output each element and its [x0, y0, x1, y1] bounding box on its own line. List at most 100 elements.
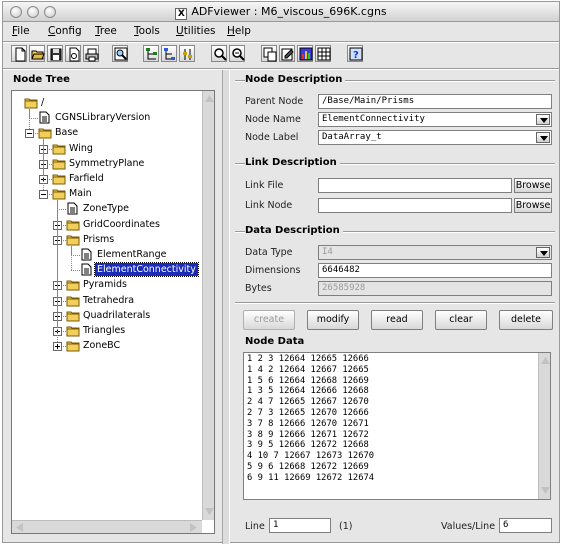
save-icon[interactable]	[47, 45, 63, 62]
zoom-out-icon[interactable]	[229, 45, 245, 62]
tree-node[interactable]: Tetrahedra	[12, 294, 200, 308]
chevron-down-icon[interactable]	[536, 132, 550, 143]
tree-node[interactable]: Farfield	[12, 172, 200, 186]
read-button[interactable]: read	[371, 310, 423, 330]
help-icon[interactable]: ?	[347, 45, 363, 62]
values-per-line-input[interactable]: 6	[499, 518, 552, 533]
expand-icon[interactable]	[53, 342, 62, 352]
node-tree[interactable]: / CGNSLibraryVersion Base Wing SymmetryPlane…	[11, 90, 215, 534]
tree-node-label: Farfield	[69, 173, 104, 184]
parent-node-label: Parent Node	[245, 96, 304, 107]
scroll-right-arrow-icon[interactable]	[188, 522, 199, 533]
tree-node[interactable]: Wing	[12, 142, 200, 156]
collapse-icon[interactable]	[39, 190, 48, 200]
link-node-input[interactable]	[318, 198, 512, 213]
node-data-text[interactable]: 1 2 3 12664 12665 12666 1 4 2 12664 12667…	[243, 352, 551, 500]
collapse-tree-icon[interactable]	[143, 45, 159, 62]
node-data-line: 3 9 5 12666 12672 12668	[247, 440, 369, 451]
collapse-icon[interactable]	[25, 129, 34, 139]
level-icon[interactable]	[179, 45, 195, 62]
menu-help[interactable]: Help	[227, 25, 251, 37]
open-folder-icon[interactable]	[29, 45, 45, 62]
scroll-up-arrow-icon[interactable]	[540, 355, 551, 366]
data-type-field[interactable]: I4	[318, 245, 552, 260]
folder-icon	[24, 96, 38, 112]
link-description-title: Link Description	[245, 157, 340, 168]
tree-node[interactable]: ZoneBC	[12, 339, 200, 353]
tree-node[interactable]: CGNSLibraryVersion	[12, 111, 200, 125]
dimensions-field[interactable]: 6646482	[318, 263, 552, 278]
link-file-browse-button[interactable]: Browse	[514, 178, 552, 193]
zoom-in-icon[interactable]	[211, 45, 227, 62]
menu-tools[interactable]: Tools	[134, 25, 160, 37]
clear-button[interactable]: clear	[435, 310, 487, 330]
new-file-icon[interactable]	[11, 45, 27, 62]
tree-horizontal-scrollbar[interactable]	[12, 520, 202, 533]
tree-node-label: GridCoordinates	[83, 218, 160, 230]
save-as-icon[interactable]	[65, 45, 81, 62]
scroll-up-arrow-icon[interactable]	[204, 93, 215, 104]
create-button[interactable]: create	[243, 310, 295, 330]
copy-node-icon[interactable]	[261, 45, 277, 62]
line-input[interactable]: 1	[269, 518, 331, 533]
tree-node[interactable]: /	[12, 96, 200, 110]
delete-button[interactable]: delete	[499, 310, 553, 330]
expand-tree-icon[interactable]	[161, 45, 177, 62]
menu-utilities[interactable]: Utilities	[176, 25, 216, 37]
tree-node[interactable]: SymmetryPlane	[12, 157, 200, 171]
chevron-down-icon[interactable]	[536, 114, 550, 125]
tree-node-label: SymmetryPlane	[69, 157, 145, 169]
tree-node[interactable]: ElementRange	[12, 248, 200, 262]
tree-node-label: Base	[55, 127, 79, 139]
folder-icon	[38, 126, 52, 142]
find-node-icon[interactable]	[112, 45, 128, 62]
modify-button[interactable]: modify	[307, 310, 359, 330]
panel-splitter[interactable]	[222, 70, 230, 544]
node-description-title: Node Description	[245, 74, 346, 85]
document-icon	[80, 248, 92, 264]
node-label-label: Node Label	[245, 132, 299, 143]
grid-icon[interactable]	[315, 45, 331, 62]
tree-node[interactable]: Prisms	[12, 233, 200, 247]
parent-node-field[interactable]: /Base/Main/Prisms	[318, 94, 552, 109]
node-label-field[interactable]: DataArray_t	[318, 130, 552, 145]
menu-config[interactable]: Config	[48, 25, 82, 37]
node-data-line: 4 10 7 12667 12673 12670	[247, 451, 375, 462]
node-data-title: Node Data	[245, 336, 308, 347]
link-node-browse-button[interactable]: Browse	[514, 198, 552, 213]
tree-node-label: Tetrahedra	[83, 294, 135, 306]
tree-node[interactable]: Main	[12, 187, 200, 201]
scroll-down-arrow-icon[interactable]	[204, 506, 215, 517]
link-file-input[interactable]	[318, 178, 512, 193]
menu-tree[interactable]: Tree	[95, 25, 117, 37]
tree-node-label: ElementConnectivity	[94, 262, 199, 278]
tree-node[interactable]: Quadrilaterals	[12, 309, 200, 323]
toolbar: ?	[3, 42, 559, 68]
node-name-field[interactable]: ElementConnectivity	[318, 112, 552, 127]
node-data-line: 6 9 11 12669 12672 12674	[247, 472, 375, 483]
tree-node-label: Prisms	[83, 233, 115, 245]
folder-icon	[52, 142, 66, 158]
scroll-down-arrow-icon[interactable]	[540, 485, 551, 496]
node-tree-title: Node Tree	[13, 74, 70, 85]
plot-icon[interactable]	[297, 45, 313, 62]
data-description-title: Data Description	[245, 225, 343, 236]
node-data-line: 1 2 3 12664 12665 12666	[247, 354, 369, 364]
bytes-field: 26585928	[318, 281, 552, 296]
tree-node[interactable]: Triangles	[12, 324, 200, 338]
chevron-down-icon[interactable]	[536, 247, 550, 258]
tree-node[interactable]: GridCoordinates	[12, 218, 200, 232]
tree-node[interactable]: Pyramids	[12, 278, 200, 292]
toolbar-separator	[3, 68, 559, 70]
edit-node-icon[interactable]	[279, 45, 295, 62]
tree-node[interactable]: Base	[12, 126, 200, 140]
node-data-scrollbar[interactable]	[538, 353, 551, 499]
scroll-left-arrow-icon[interactable]	[14, 522, 25, 533]
folder-icon	[66, 233, 80, 249]
print-icon[interactable]	[83, 45, 99, 62]
tree-node[interactable]: ElementConnectivity	[12, 262, 200, 278]
tree-vertical-scrollbar[interactable]	[202, 91, 215, 520]
menu-file[interactable]: File	[12, 25, 30, 37]
tree-node-label: Main	[69, 188, 92, 200]
tree-node[interactable]: ZoneType	[12, 202, 200, 216]
